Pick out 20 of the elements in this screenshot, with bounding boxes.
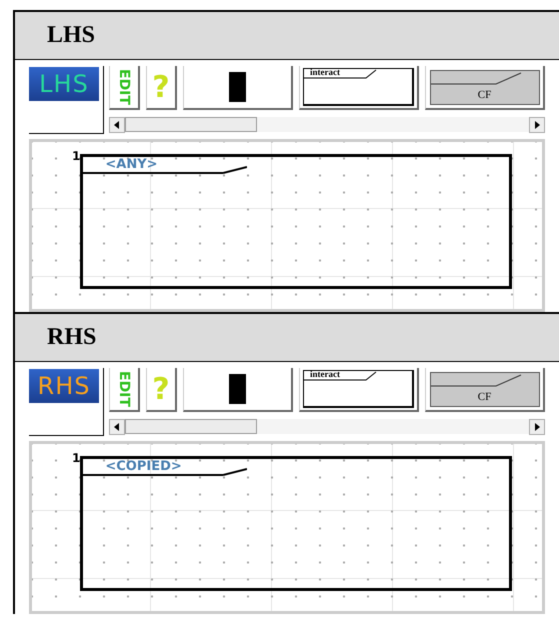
interact-button[interactable]: interact	[299, 368, 419, 412]
horizontal-scrollbar[interactable]	[109, 419, 545, 434]
rule-number: 1	[72, 452, 80, 464]
scroll-left-icon[interactable]	[109, 116, 125, 132]
rule-number: 1	[72, 150, 80, 162]
block-button[interactable]	[183, 66, 293, 110]
section-title: RHS	[47, 324, 96, 351]
pattern-label: <ANY>	[105, 157, 158, 172]
scroll-left-icon[interactable]	[109, 418, 125, 434]
horizontal-scrollbar[interactable]	[109, 117, 545, 132]
interact-button[interactable]: interact	[299, 66, 419, 110]
pattern-label: <COPIED>	[105, 459, 182, 474]
section-title: LHS	[47, 22, 96, 49]
scroll-right-icon[interactable]	[529, 116, 545, 132]
scroll-right-icon[interactable]	[529, 418, 545, 434]
cf-button[interactable]: CF	[425, 66, 545, 110]
block-button[interactable]	[183, 368, 293, 412]
side-badge: LHS	[29, 67, 99, 101]
cf-button[interactable]: CF	[425, 368, 545, 412]
side-badge: RHS	[29, 369, 99, 403]
